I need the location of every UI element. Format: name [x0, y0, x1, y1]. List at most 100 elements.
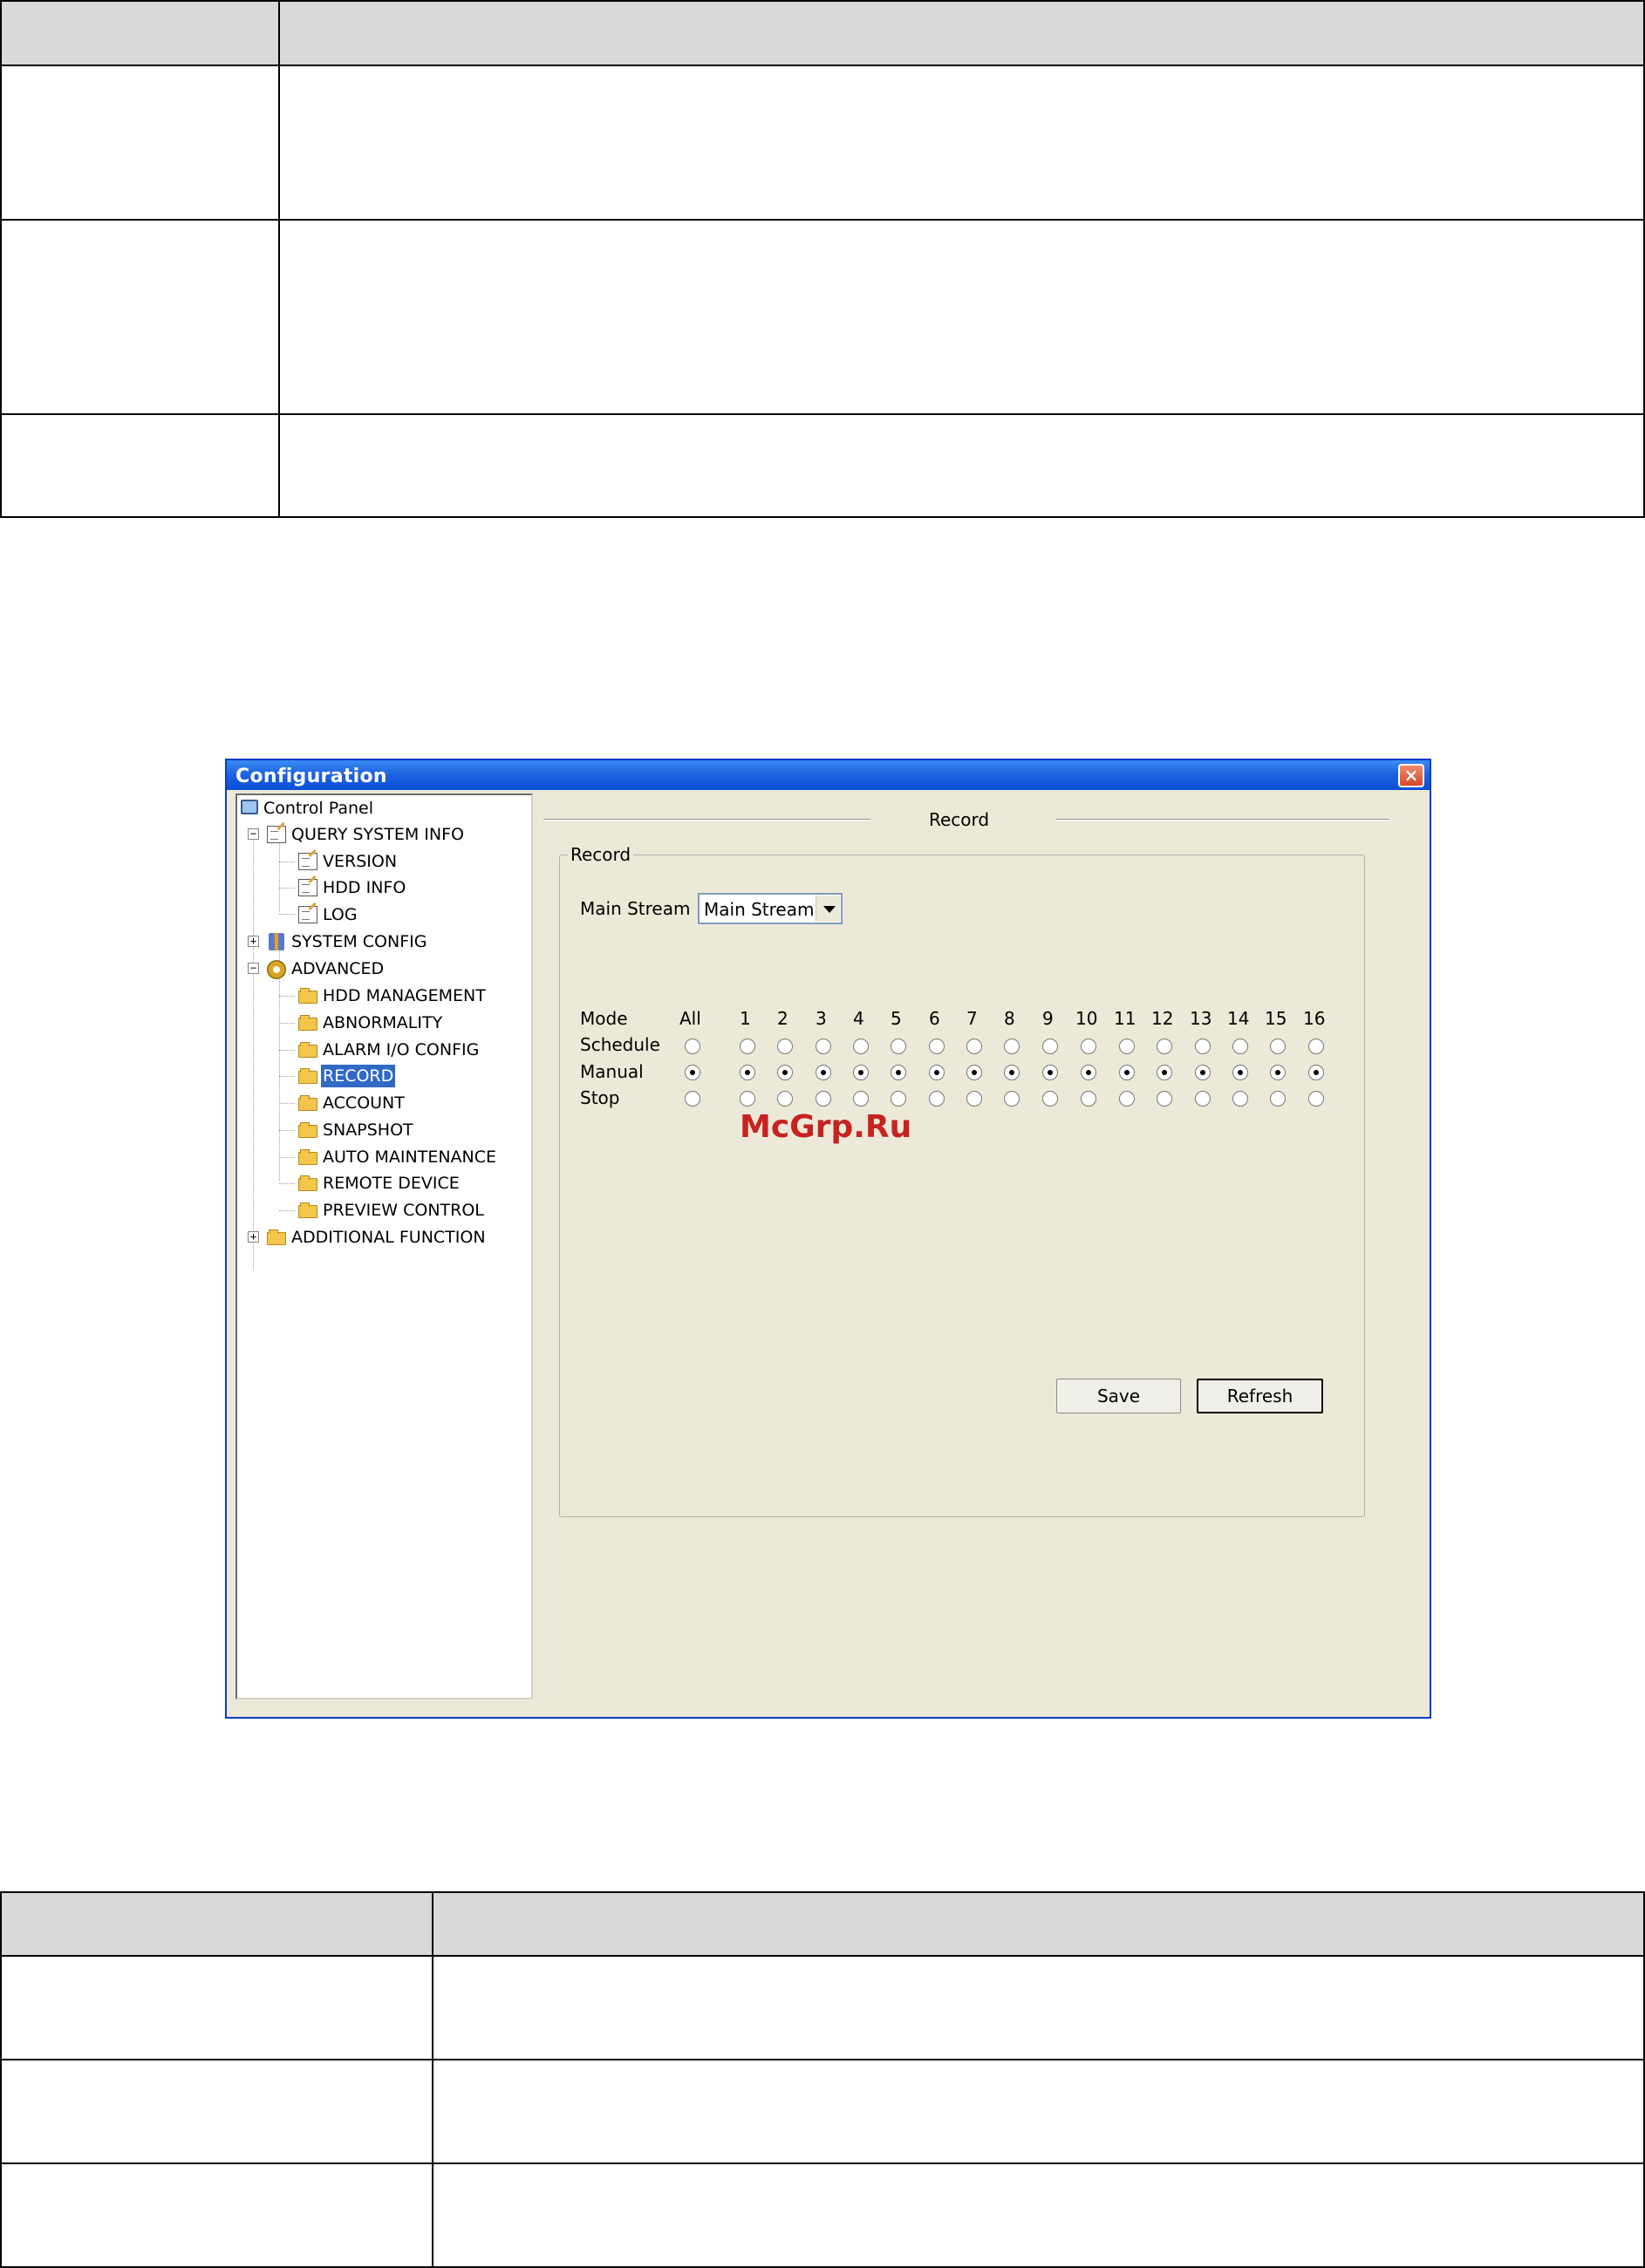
tree-guide-line	[279, 1157, 295, 1158]
record-panel: Record Record Main Stream Main Stream Mo…	[538, 792, 1426, 1713]
tree-item-label: ALARM I/O CONFIG	[323, 1040, 480, 1059]
expand-toggle-system-config[interactable]: +	[248, 936, 259, 947]
radio-schedule-7[interactable]	[966, 1039, 982, 1054]
radio-stop-13[interactable]	[1195, 1091, 1211, 1107]
collapse-toggle-advanced[interactable]: −	[248, 963, 259, 974]
radio-stop-9[interactable]	[1042, 1091, 1058, 1107]
refresh-button-label: Refresh	[1226, 1386, 1293, 1406]
tree-guide-line	[279, 1103, 295, 1104]
radio-schedule-all[interactable]	[685, 1039, 700, 1054]
watermark: McGrp.Ru	[740, 1109, 912, 1145]
radio-schedule-16[interactable]	[1308, 1039, 1324, 1054]
tree-item-label: Control Panel	[263, 799, 373, 818]
tree-guide-line	[279, 914, 295, 915]
radio-stop-14[interactable]	[1232, 1091, 1248, 1107]
tree-item-label: ABNORMALITY	[323, 1013, 443, 1032]
notepad-icon	[298, 906, 317, 923]
radio-schedule-5[interactable]	[891, 1039, 906, 1054]
radio-schedule-8[interactable]	[1004, 1039, 1020, 1054]
close-button[interactable]: ×	[1398, 764, 1424, 787]
radio-manual-13[interactable]	[1195, 1065, 1211, 1080]
radio-manual-2[interactable]	[777, 1065, 793, 1080]
channel-header-2: 2	[777, 1008, 788, 1029]
radio-manual-4[interactable]	[853, 1065, 869, 1080]
radio-stop-16[interactable]	[1308, 1091, 1324, 1107]
radio-manual-1[interactable]	[740, 1065, 755, 1080]
panel-title: Record	[929, 809, 990, 830]
bottom-table-divider	[2, 1955, 1643, 1957]
collapse-toggle-query[interactable]: −	[248, 828, 259, 840]
radio-stop-8[interactable]	[1004, 1091, 1020, 1107]
radio-schedule-4[interactable]	[853, 1039, 869, 1054]
tree-guide-line	[279, 1076, 295, 1077]
radio-stop-all[interactable]	[685, 1091, 700, 1107]
radio-schedule-14[interactable]	[1232, 1039, 1248, 1054]
tree-guide-line	[279, 1210, 295, 1211]
window-title: Configuration	[235, 766, 387, 787]
tree-item-label: HDD MANAGEMENT	[323, 986, 486, 1005]
tree-item-label: ADDITIONAL FUNCTION	[291, 1228, 486, 1247]
radio-schedule-1[interactable]	[740, 1039, 755, 1054]
radio-schedule-3[interactable]	[816, 1039, 831, 1054]
radio-manual-all[interactable]	[685, 1065, 700, 1080]
header-rule-left	[543, 819, 870, 821]
row-label-stop: Stop	[580, 1087, 620, 1108]
notepad-icon	[298, 879, 317, 896]
radio-manual-9[interactable]	[1042, 1065, 1058, 1080]
radio-stop-11[interactable]	[1119, 1091, 1135, 1107]
bottom-table-header	[2, 1893, 1643, 1957]
radio-schedule-2[interactable]	[777, 1039, 793, 1054]
record-groupbox	[559, 855, 1365, 1517]
radio-manual-16[interactable]	[1308, 1065, 1324, 1080]
radio-schedule-15[interactable]	[1270, 1039, 1286, 1054]
radio-stop-3[interactable]	[816, 1091, 831, 1107]
radio-manual-6[interactable]	[929, 1065, 945, 1080]
title-bar[interactable]: Configuration ×	[227, 760, 1430, 790]
radio-stop-2[interactable]	[777, 1091, 793, 1107]
plus-icon: +	[249, 935, 257, 947]
radio-manual-8[interactable]	[1004, 1065, 1020, 1080]
channel-header-5: 5	[891, 1008, 902, 1029]
stream-select[interactable]: Main Stream	[698, 893, 843, 924]
channel-header-14: 14	[1227, 1008, 1250, 1029]
tree-item-label: REMOTE DEVICE	[323, 1174, 460, 1193]
radio-manual-5[interactable]	[891, 1065, 906, 1080]
radio-manual-10[interactable]	[1081, 1065, 1096, 1080]
tools-icon	[269, 933, 284, 950]
radio-manual-11[interactable]	[1119, 1065, 1135, 1080]
radio-schedule-12[interactable]	[1157, 1039, 1172, 1054]
radio-manual-12[interactable]	[1157, 1065, 1172, 1080]
folder-icon	[298, 1122, 317, 1138]
radio-stop-1[interactable]	[740, 1091, 755, 1107]
radio-stop-4[interactable]	[853, 1091, 869, 1107]
tree-item-label: LOG	[323, 905, 358, 924]
folder-icon	[267, 1229, 286, 1245]
save-button[interactable]: Save	[1056, 1379, 1181, 1413]
tree-guide-line	[279, 1050, 295, 1051]
radio-manual-7[interactable]	[966, 1065, 982, 1080]
radio-manual-15[interactable]	[1270, 1065, 1286, 1080]
tree-guide-line	[279, 888, 295, 889]
folder-icon	[298, 1202, 317, 1218]
radio-stop-15[interactable]	[1270, 1091, 1286, 1107]
radio-schedule-9[interactable]	[1042, 1039, 1058, 1054]
radio-stop-10[interactable]	[1081, 1091, 1096, 1107]
bottom-table-divider	[2, 2162, 1643, 2164]
radio-stop-6[interactable]	[929, 1091, 945, 1107]
radio-manual-3[interactable]	[816, 1065, 831, 1080]
groupbox-label: Record	[568, 844, 634, 865]
minus-icon: −	[249, 962, 257, 974]
channel-header-4: 4	[853, 1008, 864, 1029]
radio-stop-12[interactable]	[1157, 1091, 1172, 1107]
radio-stop-7[interactable]	[966, 1091, 982, 1107]
radio-schedule-11[interactable]	[1119, 1039, 1135, 1054]
radio-schedule-10[interactable]	[1081, 1039, 1096, 1054]
folder-icon	[298, 1175, 317, 1191]
refresh-button[interactable]: Refresh	[1197, 1379, 1323, 1413]
radio-schedule-13[interactable]	[1195, 1039, 1211, 1054]
radio-schedule-6[interactable]	[929, 1039, 945, 1054]
radio-stop-5[interactable]	[891, 1091, 906, 1107]
expand-toggle-additional[interactable]: +	[248, 1231, 259, 1243]
chevron-down-icon[interactable]	[816, 896, 840, 922]
radio-manual-14[interactable]	[1232, 1065, 1248, 1080]
